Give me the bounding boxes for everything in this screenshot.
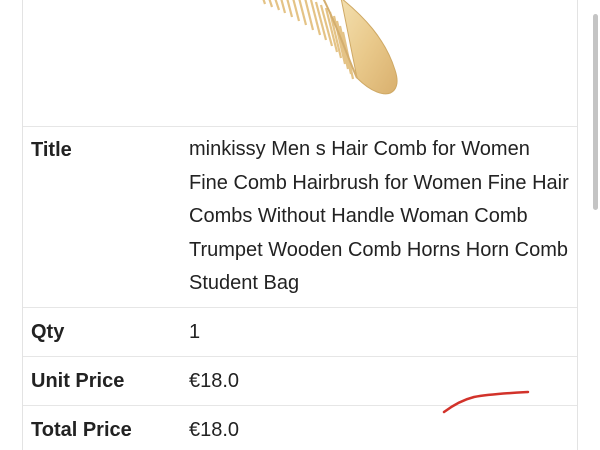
total-price-value: €18.0 — [189, 419, 240, 441]
order-details-page: Title minkissy Men s Hair Comb for Women… — [0, 0, 600, 450]
comb-icon — [262, 0, 398, 95]
product-details-table: Title minkissy Men s Hair Comb for Women… — [22, 0, 578, 450]
qty-value: 1 — [189, 321, 201, 343]
qty-label: Qty — [31, 321, 65, 343]
unit-price-label: Unit Price — [31, 370, 125, 392]
product-image-cell — [23, 0, 577, 127]
title-row: Title minkissy Men s Hair Comb for Women… — [23, 126, 577, 308]
title-label: Title — [31, 139, 72, 161]
title-value: minkissy Men s Hair Comb for Women Fine … — [189, 138, 569, 294]
qty-row: Qty 1 — [23, 308, 577, 357]
vertical-scrollbar[interactable] — [593, 14, 598, 210]
total-price-label: Total Price — [31, 419, 132, 441]
red-underline-annotation — [442, 390, 530, 414]
